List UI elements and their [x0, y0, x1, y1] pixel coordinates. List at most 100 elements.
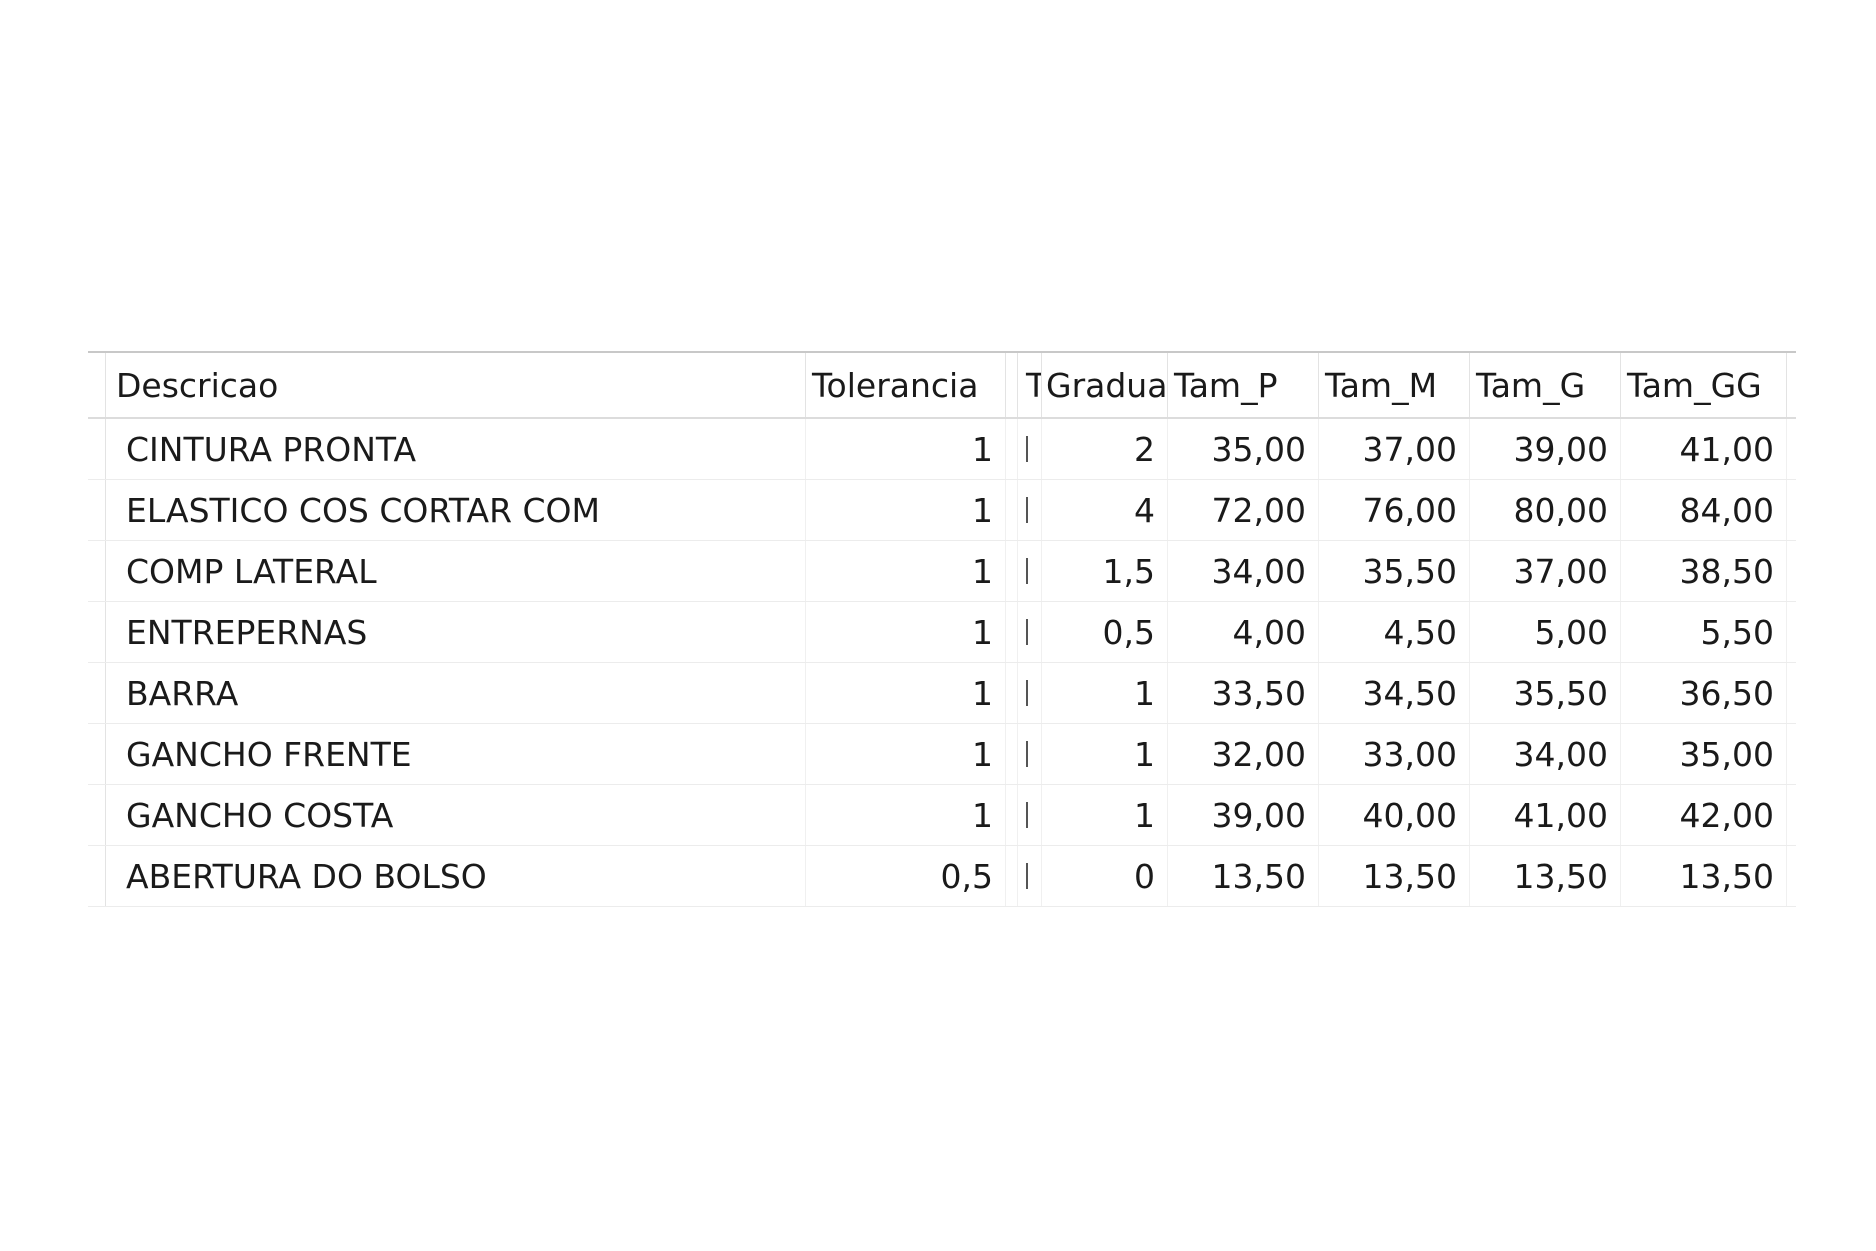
grid-header-row: Descricao Tolerancia T Gradua Tam_P Tam_… — [88, 353, 1796, 419]
cell-tam-p[interactable]: 32,00 — [1168, 724, 1319, 784]
row-indicator — [88, 419, 106, 479]
cell-collapsed-1 — [1006, 541, 1018, 601]
cell-collapsed-2 — [1018, 785, 1042, 845]
cell-tam-m[interactable]: 33,00 — [1319, 724, 1470, 784]
truncated-value-marker — [1026, 436, 1028, 462]
row-indicator — [88, 541, 106, 601]
table-row[interactable]: ENTREPERNAS 1 0,5 4,00 4,50 5,00 5,50 — [88, 602, 1796, 663]
grid-body: CINTURA PRONTA 1 2 35,00 37,00 39,00 41,00 ELAS… — [88, 419, 1796, 907]
cell-descricao[interactable]: BARRA — [106, 663, 806, 723]
table-row[interactable]: CINTURA PRONTA 1 2 35,00 37,00 39,00 41,00 — [88, 419, 1796, 480]
table-row[interactable]: COMP LATERAL 1 1,5 34,00 35,50 37,00 38,50 — [88, 541, 1796, 602]
cell-collapsed-2 — [1018, 419, 1042, 479]
cell-gradua[interactable]: 0 — [1042, 846, 1168, 906]
cell-tam-gg[interactable]: 41,00 — [1621, 419, 1787, 479]
cell-gradua[interactable]: 1,5 — [1042, 541, 1168, 601]
cell-tam-p[interactable]: 13,50 — [1168, 846, 1319, 906]
table-row[interactable]: ABERTURA DO BOLSO 0,5 0 13,50 13,50 13,50 13,5… — [88, 846, 1796, 907]
cell-descricao[interactable]: CINTURA PRONTA — [106, 419, 806, 479]
cell-gradua[interactable]: 0,5 — [1042, 602, 1168, 662]
cell-tam-g[interactable]: 35,50 — [1470, 663, 1621, 723]
truncated-value-marker — [1026, 497, 1028, 523]
cell-tam-g[interactable]: 34,00 — [1470, 724, 1621, 784]
column-header-collapsed-1[interactable] — [1006, 353, 1018, 417]
column-header-descricao[interactable]: Descricao — [106, 353, 806, 417]
row-indicator — [88, 724, 106, 784]
cell-tolerancia[interactable]: 1 — [806, 785, 1006, 845]
column-header-tolerancia[interactable]: Tolerancia — [806, 353, 1006, 417]
cell-gradua[interactable]: 1 — [1042, 724, 1168, 784]
cell-tam-g[interactable]: 41,00 — [1470, 785, 1621, 845]
cell-collapsed-2 — [1018, 846, 1042, 906]
row-indicator — [88, 846, 106, 906]
cell-tolerancia[interactable]: 1 — [806, 419, 1006, 479]
cell-gradua[interactable]: 1 — [1042, 785, 1168, 845]
column-header-tam-gg[interactable]: Tam_GG — [1621, 353, 1787, 417]
cell-tam-g[interactable]: 13,50 — [1470, 846, 1621, 906]
cell-tam-m[interactable]: 40,00 — [1319, 785, 1470, 845]
cell-tam-m[interactable]: 37,00 — [1319, 419, 1470, 479]
truncated-value-marker — [1026, 558, 1028, 584]
table-row[interactable]: GANCHO COSTA 1 1 39,00 40,00 41,00 42,00 — [88, 785, 1796, 846]
cell-tam-gg[interactable]: 84,00 — [1621, 480, 1787, 540]
cell-tolerancia[interactable]: 1 — [806, 480, 1006, 540]
cell-descricao[interactable]: COMP LATERAL — [106, 541, 806, 601]
cell-tam-gg[interactable]: 13,50 — [1621, 846, 1787, 906]
truncated-value-marker — [1026, 619, 1028, 645]
truncated-value-marker — [1026, 863, 1028, 889]
column-header-tam-g[interactable]: Tam_G — [1470, 353, 1621, 417]
cell-tam-m[interactable]: 34,50 — [1319, 663, 1470, 723]
truncated-value-marker — [1026, 680, 1028, 706]
truncated-value-marker — [1026, 802, 1028, 828]
column-header-gradua[interactable]: Gradua — [1042, 353, 1168, 417]
cell-collapsed-2 — [1018, 724, 1042, 784]
cell-tam-g[interactable]: 37,00 — [1470, 541, 1621, 601]
cell-tolerancia[interactable]: 1 — [806, 602, 1006, 662]
cell-collapsed-1 — [1006, 785, 1018, 845]
cell-descricao[interactable]: ABERTURA DO BOLSO — [106, 846, 806, 906]
column-header-tam-m[interactable]: Tam_M — [1319, 353, 1470, 417]
cell-tam-gg[interactable]: 5,50 — [1621, 602, 1787, 662]
cell-tolerancia[interactable]: 1 — [806, 541, 1006, 601]
cell-tam-gg[interactable]: 42,00 — [1621, 785, 1787, 845]
cell-tolerancia[interactable]: 0,5 — [806, 846, 1006, 906]
cell-tam-p[interactable]: 39,00 — [1168, 785, 1319, 845]
cell-collapsed-2 — [1018, 541, 1042, 601]
cell-descricao[interactable]: GANCHO COSTA — [106, 785, 806, 845]
cell-tam-m[interactable]: 4,50 — [1319, 602, 1470, 662]
row-indicator-header — [88, 353, 106, 417]
table-row[interactable]: BARRA 1 1 33,50 34,50 35,50 36,50 — [88, 663, 1796, 724]
cell-descricao[interactable]: ENTREPERNAS — [106, 602, 806, 662]
cell-tam-p[interactable]: 34,00 — [1168, 541, 1319, 601]
cell-descricao[interactable]: ELASTICO COS CORTAR COM — [106, 480, 806, 540]
cell-collapsed-2 — [1018, 602, 1042, 662]
column-header-tam-p[interactable]: Tam_P — [1168, 353, 1319, 417]
cell-tam-m[interactable]: 35,50 — [1319, 541, 1470, 601]
cell-tam-g[interactable]: 80,00 — [1470, 480, 1621, 540]
cell-gradua[interactable]: 4 — [1042, 480, 1168, 540]
cell-tam-m[interactable]: 13,50 — [1319, 846, 1470, 906]
cell-tam-gg[interactable]: 38,50 — [1621, 541, 1787, 601]
cell-tam-gg[interactable]: 36,50 — [1621, 663, 1787, 723]
cell-tam-g[interactable]: 5,00 — [1470, 602, 1621, 662]
table-row[interactable]: GANCHO FRENTE 1 1 32,00 33,00 34,00 35,00 — [88, 724, 1796, 785]
cell-collapsed-2 — [1018, 480, 1042, 540]
cell-tam-p[interactable]: 4,00 — [1168, 602, 1319, 662]
cell-tam-g[interactable]: 39,00 — [1470, 419, 1621, 479]
cell-gradua[interactable]: 1 — [1042, 663, 1168, 723]
cell-tam-p[interactable]: 72,00 — [1168, 480, 1319, 540]
cell-collapsed-1 — [1006, 724, 1018, 784]
cell-collapsed-1 — [1006, 480, 1018, 540]
row-indicator — [88, 480, 106, 540]
cell-tam-m[interactable]: 76,00 — [1319, 480, 1470, 540]
cell-collapsed-1 — [1006, 846, 1018, 906]
cell-gradua[interactable]: 2 — [1042, 419, 1168, 479]
cell-tolerancia[interactable]: 1 — [806, 724, 1006, 784]
cell-tam-p[interactable]: 33,50 — [1168, 663, 1319, 723]
cell-tolerancia[interactable]: 1 — [806, 663, 1006, 723]
cell-tam-p[interactable]: 35,00 — [1168, 419, 1319, 479]
cell-descricao[interactable]: GANCHO FRENTE — [106, 724, 806, 784]
column-header-collapsed-2[interactable]: T — [1018, 353, 1042, 417]
table-row[interactable]: ELASTICO COS CORTAR COM 1 4 72,00 76,00 80,00… — [88, 480, 1796, 541]
cell-tam-gg[interactable]: 35,00 — [1621, 724, 1787, 784]
